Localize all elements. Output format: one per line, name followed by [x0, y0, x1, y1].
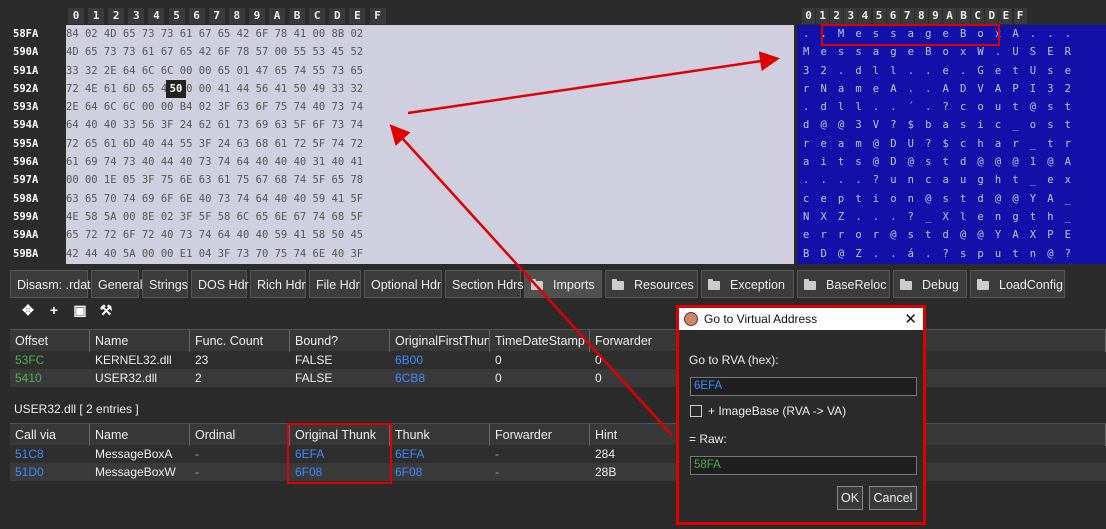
annotation-arrows [389, 51, 780, 436]
pe-bear-window: 0123456789ABCDEF 58FA 590A 591A 592A 593A 594… [0, 0, 1106, 529]
arrow-from-dialog-to-hex [389, 124, 673, 436]
arrow-to-ascii [407, 51, 780, 115]
